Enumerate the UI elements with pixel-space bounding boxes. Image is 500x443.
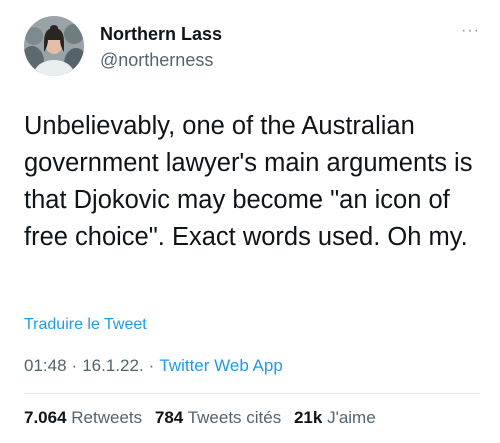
tweet-text: Unbelievably, one of the Australian gove… [24,112,480,251]
quote-tweets-label: Tweets cités [187,408,282,427]
tweet-date[interactable]: 16.1.22. [82,356,143,375]
retweets-label: Retweets [71,408,143,427]
retweets-stat[interactable]: 7.064 Retweets [24,408,142,427]
tweet-meta: 01:48 · 16.1.22. · Twitter Web App [24,356,283,376]
meta-separator: · [71,356,78,375]
divider [24,393,480,394]
quote-tweets-stat[interactable]: 784 Tweets cités [155,408,281,427]
profile-photo-icon [24,16,84,76]
likes-count: 21k [293,408,323,427]
translate-tweet-link[interactable]: Traduire le Tweet [24,316,147,334]
quote-tweets-count: 784 [154,408,184,427]
tweet-time[interactable]: 01:48 [24,356,67,375]
tweet-stats: 7.064 Retweets 784 Tweets cités 21k J'ai… [24,408,376,428]
likes-stat[interactable]: 21k J'aime [294,408,376,427]
tweet-source-link[interactable]: Twitter Web App [159,356,282,375]
ellipsis-icon[interactable]: ··· [461,22,480,40]
author-display-name[interactable]: Northern Lass [100,24,222,45]
author-handle[interactable]: @northerness [100,50,213,71]
meta-separator: · [148,356,155,375]
tweet-card: Northern Lass @northerness ··· Unbelieva… [0,0,500,443]
retweets-count: 7.064 [24,408,67,427]
avatar[interactable] [24,16,84,76]
likes-label: J'aime [327,408,376,427]
